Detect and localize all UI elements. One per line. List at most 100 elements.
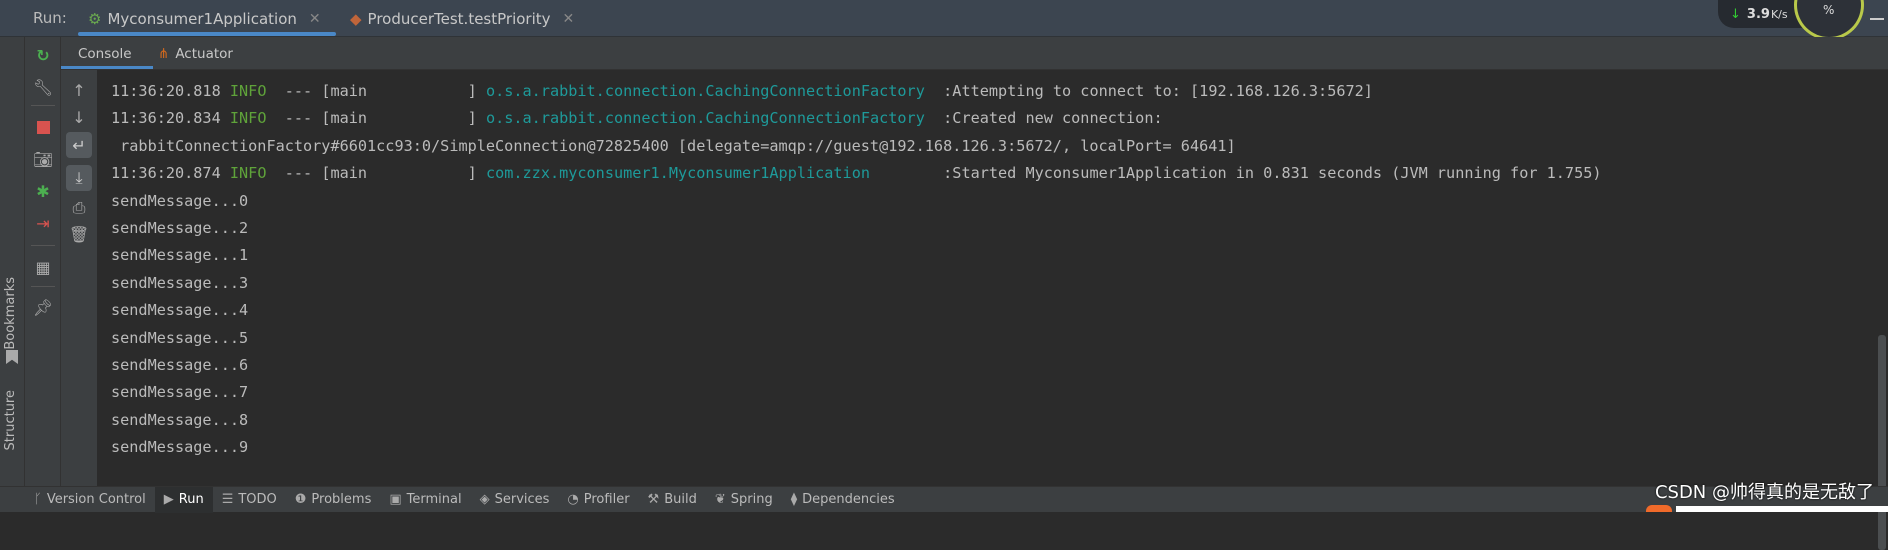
run-label: Run: (33, 9, 67, 27)
log-thread: --- [main ] (284, 164, 477, 183)
log-thread: --- [main ] (284, 82, 477, 100)
log-logger: o.s.a.rabbit.connection.CachingConnectio… (485, 82, 934, 100)
decorative-shape (1676, 506, 1888, 512)
toolwindow-profiler[interactable]: ◔ Profiler (558, 487, 638, 513)
left-tool-strip: Bookmarks Structure (0, 37, 25, 504)
trash-icon[interactable]: 🗑︎ (68, 223, 90, 245)
log-line: sendMessage...3 (111, 270, 1602, 297)
run-icon: ▶ (163, 492, 174, 507)
structure-tab[interactable]: Structure (3, 390, 18, 450)
log-output: 11:36:20.818 INFO --- [main ] o.s.a.rabb… (111, 78, 1602, 462)
log-text: sendMessage...7 (111, 383, 249, 402)
log-text: rabbitConnectionFactory#6601cc93:0/Simpl… (111, 136, 1236, 155)
log-line: sendMessage...6 (111, 352, 1602, 379)
tab-producertest[interactable]: ◆ ProducerTest.testPriority ✕ (350, 0, 574, 37)
log-logger: com.zzx.myconsumer1.Myconsumer1Applicati… (485, 164, 934, 183)
scroll-to-end-icon[interactable]: ⤓ (66, 165, 92, 191)
log-text: sendMessage...9 (111, 438, 249, 457)
services-icon: ◈ (479, 492, 490, 507)
toolwindow-label: Build (664, 492, 697, 507)
subtab-actuator[interactable]: ⋔ Actuator (158, 37, 233, 70)
log-line: sendMessage...5 (111, 325, 1602, 352)
toolwindow-spring[interactable]: ❦ Spring (706, 487, 782, 513)
run-actions-toolbar: ↻ 🔧︎ 📷︎ ✱ ⇥ ▦ 📌︎ (25, 37, 61, 486)
stop-icon[interactable] (32, 116, 54, 138)
rerun-icon[interactable]: ↻ (32, 44, 54, 66)
divider (31, 105, 55, 106)
profiler-icon: ◔ (567, 492, 579, 507)
toolwindow-label: Dependencies (802, 492, 895, 507)
pin-icon[interactable]: 📌︎ (32, 296, 54, 318)
active-tab-indicator (78, 32, 336, 36)
log-time: 11:36:20.818 (111, 82, 221, 100)
subtab-label: Actuator (175, 45, 233, 62)
log-logger: o.s.a.rabbit.connection.CachingConnectio… (485, 109, 934, 128)
log-text: sendMessage...6 (111, 356, 249, 375)
print-icon[interactable]: ⎙ (68, 197, 90, 219)
download-arrow-icon: ↓ (1730, 6, 1741, 22)
log-level: INFO (229, 109, 267, 128)
tool-window-bar: ᚴ Version Control ▶ Run ☰ TODO ❶ Problems ▣ Termi… (0, 486, 1888, 513)
log-text: sendMessage...8 (111, 410, 249, 429)
divider (31, 245, 55, 246)
toolwindow-build[interactable]: ⚒ Build (639, 487, 706, 513)
log-line: rabbitConnectionFactory#6601cc93:0/Simpl… (111, 133, 1602, 160)
toolwindow-version-control[interactable]: ᚴ Version Control (25, 487, 155, 513)
log-text: sendMessage...3 (111, 273, 249, 292)
divider (31, 286, 55, 287)
log-line: sendMessage...4 (111, 297, 1602, 324)
network-unit: K/s (1770, 7, 1788, 21)
toolwindow-run[interactable]: ▶ Run (154, 486, 213, 513)
subtab-label: Console (78, 45, 132, 62)
problems-icon: ❶ (294, 492, 307, 507)
hammer-icon: ⚒ (647, 492, 660, 507)
log-line: 11:36:20.818 INFO --- [main ] o.s.a.rabb… (111, 78, 1602, 105)
toolwindow-label: Problems (311, 492, 372, 507)
log-line: 11:36:20.874 INFO --- [main ] com.zzx.my… (111, 160, 1602, 187)
branch-icon: ᚴ (34, 492, 42, 507)
bookmarks-tab[interactable]: Bookmarks (3, 277, 18, 350)
watermark: CSDN @帅得真的是无敌了 (1654, 482, 1874, 503)
log-message: :Attempting to connect to: [192.168.126.… (943, 82, 1373, 100)
tab-label: ProducerTest.testPriority (367, 9, 551, 28)
run-tool-window-header: Run: ⚙ Myconsumer1Application ✕ ◆ Produc… (0, 0, 1888, 40)
log-time: 11:36:20.834 (111, 109, 221, 128)
close-icon[interactable]: ✕ (563, 11, 575, 27)
log-line: sendMessage...2 (111, 215, 1602, 242)
tab-label: Myconsumer1Application (107, 9, 297, 28)
debug-attach-icon[interactable]: ✱ (32, 180, 54, 202)
toolwindow-problems[interactable]: ❶ Problems (286, 487, 381, 513)
toolwindow-label: Profiler (583, 492, 630, 507)
up-arrow-icon[interactable]: ↑ (68, 79, 90, 101)
run-subtabs: Console ⋔ Actuator (61, 37, 1888, 70)
log-message: :Started Myconsumer1Application in 0.831… (943, 164, 1602, 183)
close-icon[interactable]: ✕ (309, 11, 321, 27)
soft-wrap-icon[interactable]: ↵ (66, 132, 92, 158)
settings-wrench-icon[interactable]: 🔧︎ (32, 76, 54, 98)
cpu-gauge: % (1794, 0, 1864, 40)
log-text: sendMessage...0 (111, 191, 249, 210)
toolwindow-dependencies[interactable]: ⧫ Dependencies (782, 487, 904, 513)
junit-icon: ◆ (350, 9, 362, 28)
actuator-icon: ⋔ (158, 45, 170, 62)
layout-icon[interactable]: ▦ (32, 256, 54, 278)
down-arrow-icon[interactable]: ↓ (68, 106, 90, 128)
toolwindow-label: Terminal (406, 492, 462, 507)
vertical-scrollbar[interactable] (1878, 335, 1886, 550)
minimize-button[interactable] (1870, 18, 1884, 20)
cpu-unit: % (1823, 3, 1835, 17)
toolwindow-label: Services (494, 492, 550, 507)
toolwindow-terminal[interactable]: ▣ Terminal (380, 487, 470, 513)
exit-icon[interactable]: ⇥ (32, 212, 54, 234)
log-line: sendMessage...0 (111, 188, 1602, 215)
log-level: INFO (229, 82, 267, 100)
toolwindow-label: TODO (238, 492, 277, 507)
log-text: sendMessage...5 (111, 328, 249, 347)
bookmark-icon (6, 350, 18, 364)
console-output[interactable]: 11:36:20.818 INFO --- [main ] o.s.a.rabb… (97, 70, 1886, 550)
camera-icon[interactable]: 📷︎ (32, 148, 54, 170)
active-subtab-indicator (61, 66, 153, 69)
log-line: sendMessage...8 (111, 407, 1602, 434)
toolwindow-todo[interactable]: ☰ TODO (213, 487, 286, 513)
toolwindow-services[interactable]: ◈ Services (471, 487, 559, 513)
